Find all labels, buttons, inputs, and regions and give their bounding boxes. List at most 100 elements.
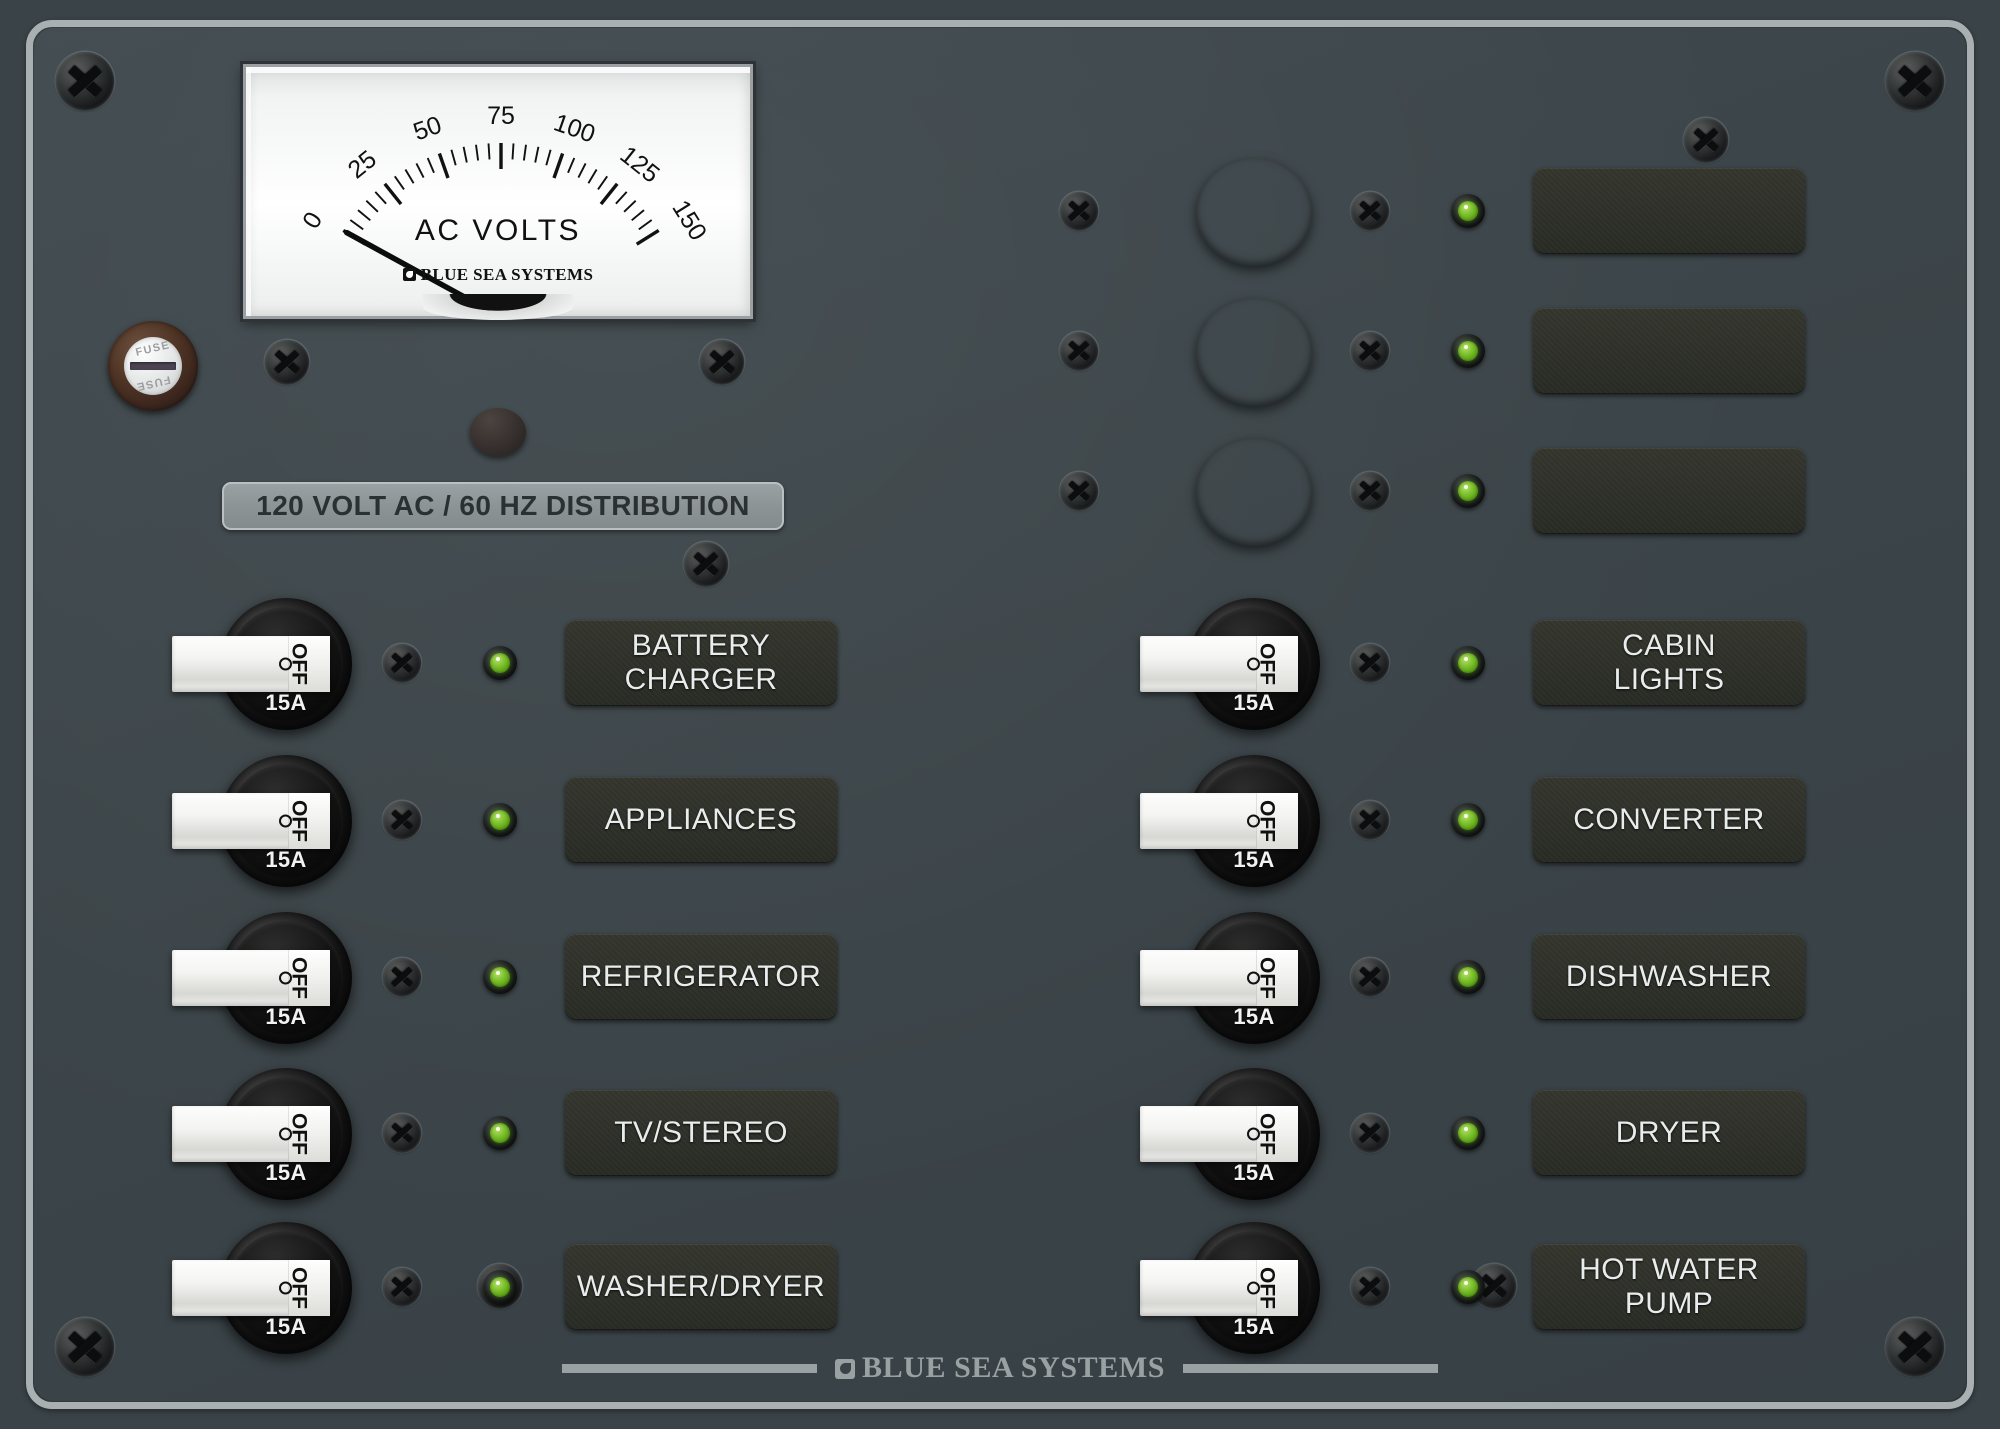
blank-breaker-plug-0 (1196, 158, 1312, 266)
breaker-amp-rating: 15A (1188, 1004, 1320, 1030)
meter-brand: BLUE SEA SYSTEMS (246, 265, 750, 285)
breaker-state-label: OFF (1257, 1267, 1278, 1309)
breaker-right-1[interactable]: OFF 15A (1188, 755, 1320, 887)
circuit-label-text: DISHWASHER (1566, 960, 1772, 994)
circuit-label-plate-left-4: WASHER/DRYER (565, 1244, 837, 1330)
circuit-label-text: DRYER (1616, 1116, 1722, 1150)
fuse-screwdriver-slot (130, 362, 176, 370)
mount-screw-blank-right-1 (1351, 332, 1389, 370)
mount-screw-meter-bottom-left (265, 340, 309, 384)
breaker-right-2[interactable]: OFF 15A (1188, 912, 1320, 1044)
led-dome (1458, 1123, 1478, 1143)
blank-led-2 (1451, 474, 1485, 508)
svg-text:75: 75 (487, 102, 515, 130)
mount-screw-left-3 (383, 1114, 421, 1152)
led-dome (490, 1277, 510, 1297)
blank-plug-small (470, 408, 526, 456)
mount-screw-left-0 (383, 644, 421, 682)
led-dome (1458, 810, 1478, 830)
breaker-toggle-switch[interactable]: OFF (1140, 950, 1298, 1006)
mount-screw-meter-bottom-right (700, 340, 744, 384)
circuit-label-plate-right-1: CONVERTER (1533, 777, 1805, 863)
breaker-right-4[interactable]: OFF 15A (1188, 1222, 1320, 1354)
breaker-right-3[interactable]: OFF 15A (1188, 1068, 1320, 1200)
mount-screw-left-2 (383, 958, 421, 996)
breaker-toggle-switch[interactable]: OFF (172, 793, 330, 849)
circuit-label-plate-left-0: BATTERYCHARGER (565, 620, 837, 706)
breaker-state-label: OFF (1257, 957, 1278, 999)
svg-text:25: 25 (343, 145, 382, 184)
mount-screw-left-4 (383, 1268, 421, 1306)
panel-footer-brand: BLUE SEA SYSTEMS (0, 1351, 2000, 1385)
led-dome (490, 967, 510, 987)
breaker-amp-rating: 15A (1188, 1160, 1320, 1186)
blank-label-plate-1 (1533, 308, 1805, 394)
footer-bar-right (1183, 1364, 1438, 1373)
breaker-state-label: OFF (289, 1267, 310, 1309)
breaker-left-1[interactable]: OFF 15A (220, 755, 352, 887)
fuse-holder[interactable]: FUSE FUSE (108, 321, 198, 411)
breaker-right-0[interactable]: OFF 15A (1188, 598, 1320, 730)
distribution-title-text: 120 VOLT AC / 60 HZ DISTRIBUTION (256, 490, 750, 522)
breaker-toggle-switch[interactable]: OFF (1140, 1106, 1298, 1162)
breaker-toggle-switch[interactable]: OFF (1140, 793, 1298, 849)
mount-screw-banner-right (684, 542, 728, 586)
breaker-state-label: OFF (1257, 643, 1278, 685)
blank-label-plate-2 (1533, 448, 1805, 534)
circuit-label-plate-right-2: DISHWASHER (1533, 934, 1805, 1020)
mount-screw-blank-right-0 (1351, 192, 1389, 230)
blank-led-0 (1451, 194, 1485, 228)
breaker-left-0[interactable]: OFF 15A (220, 598, 352, 730)
breaker-amp-rating: 15A (220, 847, 352, 873)
mount-screw-right-2 (1351, 958, 1389, 996)
breaker-amp-rating: 15A (220, 1004, 352, 1030)
mount-screw-right-4 (1351, 1268, 1389, 1306)
breaker-amp-rating: 15A (1188, 690, 1320, 716)
footer-bar-left (562, 1364, 817, 1373)
breaker-left-4[interactable]: OFF 15A (220, 1222, 352, 1354)
breaker-left-2[interactable]: OFF 15A (220, 912, 352, 1044)
footer-brand-text: BLUE SEA SYSTEMS (817, 1351, 1183, 1385)
breaker-toggle-switch[interactable]: OFF (1140, 1260, 1298, 1316)
svg-text:100: 100 (550, 108, 599, 148)
circuit-label-plate-right-3: DRYER (1533, 1090, 1805, 1176)
led-dome (1458, 1277, 1478, 1297)
circuit-led-right-1 (1451, 803, 1485, 837)
mount-screw-blank-right-2 (1351, 472, 1389, 510)
breaker-amp-rating: 15A (220, 690, 352, 716)
circuit-label-text: REFRIGERATOR (581, 960, 821, 994)
circuit-label-text: HOT WATERPUMP (1579, 1253, 1759, 1320)
circuit-led-right-2 (1451, 960, 1485, 994)
breaker-toggle-switch[interactable]: OFF (172, 1260, 330, 1316)
corner-screw-top-right (1886, 52, 1944, 110)
breaker-toggle-switch[interactable]: OFF (172, 1106, 330, 1162)
breaker-toggle-switch[interactable]: OFF (172, 636, 330, 692)
led-dome (490, 1123, 510, 1143)
breaker-state-label: OFF (289, 643, 310, 685)
led-dome (1458, 653, 1478, 673)
breaker-state-label: OFF (289, 957, 310, 999)
meter-unit-label: AC VOLTS (246, 214, 750, 248)
breaker-amp-rating: 15A (220, 1314, 352, 1340)
circuit-led-right-3 (1451, 1116, 1485, 1150)
mount-screw-top-right-plate (1684, 118, 1728, 162)
circuit-led-left-0 (483, 646, 517, 680)
breaker-toggle-switch[interactable]: OFF (1140, 636, 1298, 692)
circuit-label-plate-left-2: REFRIGERATOR (565, 934, 837, 1020)
breaker-state-label: OFF (289, 800, 310, 842)
led-dome (1458, 201, 1478, 221)
mount-screw-right-0 (1351, 644, 1389, 682)
circuit-label-text: APPLIANCES (605, 803, 797, 837)
mount-screw-blank-left-1 (1060, 332, 1098, 370)
fuse-cap[interactable]: FUSE FUSE (124, 337, 182, 395)
breaker-amp-rating: 15A (220, 1160, 352, 1186)
blank-breaker-plug-1 (1196, 298, 1312, 406)
breaker-toggle-switch[interactable]: OFF (172, 950, 330, 1006)
blank-breaker-plug-2 (1196, 438, 1312, 546)
circuit-label-text: WASHER/DRYER (577, 1270, 825, 1304)
distribution-title-banner: 120 VOLT AC / 60 HZ DISTRIBUTION (222, 482, 784, 530)
breaker-state-label: OFF (289, 1113, 310, 1155)
breaker-left-3[interactable]: OFF 15A (220, 1068, 352, 1200)
circuit-label-plate-left-1: APPLIANCES (565, 777, 837, 863)
fuse-label-bottom: FUSE (124, 371, 182, 395)
